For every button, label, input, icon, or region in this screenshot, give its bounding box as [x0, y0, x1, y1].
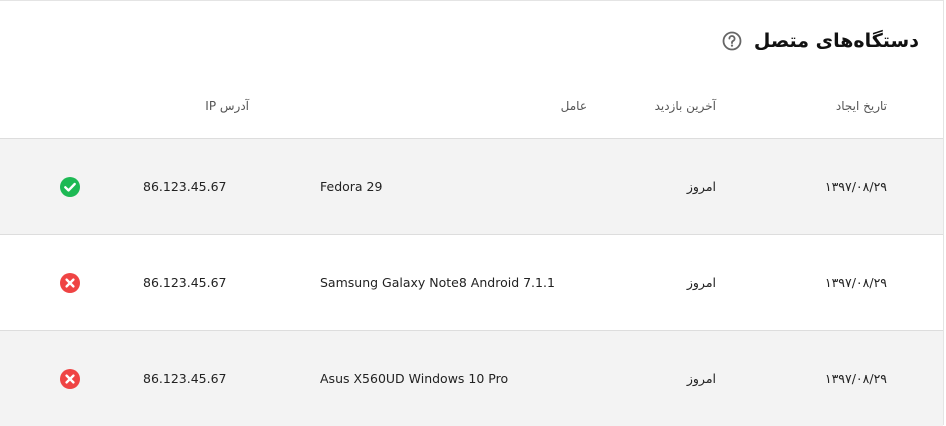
column-header-last-visit: آخرین بازدید	[654, 99, 716, 113]
created-date: ۱۳۹۷/۰۸/۲۹	[824, 371, 887, 386]
page-title: دستگاه‌های متصل	[753, 30, 919, 52]
x-circle-icon[interactable]	[59, 368, 81, 390]
connected-devices-panel: دستگاه‌های متصل تاریخ ایجاد آخرین بازدید…	[0, 0, 944, 426]
ip-address: 86.123.45.67	[143, 179, 227, 194]
devices-table: ۱۳۹۷/۰۸/۲۹ امروز Fedora 29 86.123.45.67 …	[0, 138, 943, 426]
device-agent: Samsung Galaxy Note8 Android 7.1.1	[320, 275, 555, 290]
device-agent: Fedora 29	[320, 179, 383, 194]
status-cell	[59, 331, 81, 426]
created-date: ۱۳۹۷/۰۸/۲۹	[824, 275, 887, 290]
last-visit: امروز	[686, 179, 716, 194]
check-circle-icon	[59, 176, 81, 198]
panel-header: دستگاه‌های متصل	[722, 25, 919, 57]
device-agent: Asus X560UD Windows 10 Pro	[320, 371, 509, 386]
status-cell	[59, 235, 81, 330]
column-header-created: تاریخ ایجاد	[835, 99, 887, 113]
ip-address: 86.123.45.67	[143, 371, 227, 386]
table-row: ۱۳۹۷/۰۸/۲۹ امروز Fedora 29 86.123.45.67	[0, 138, 943, 234]
x-circle-icon[interactable]	[59, 272, 81, 294]
last-visit: امروز	[686, 371, 716, 386]
column-header-ip: آدرس IP	[205, 99, 249, 113]
table-row: ۱۳۹۷/۰۸/۲۹ امروز Asus X560UD Windows 10 …	[0, 330, 943, 426]
status-cell	[59, 139, 81, 234]
last-visit: امروز	[686, 275, 716, 290]
ip-address: 86.123.45.67	[143, 275, 227, 290]
help-circle-icon[interactable]	[722, 31, 742, 51]
table-row: ۱۳۹۷/۰۸/۲۹ امروز Samsung Galaxy Note8 An…	[0, 234, 943, 330]
created-date: ۱۳۹۷/۰۸/۲۹	[824, 179, 887, 194]
column-header-agent: عامل	[560, 99, 587, 113]
